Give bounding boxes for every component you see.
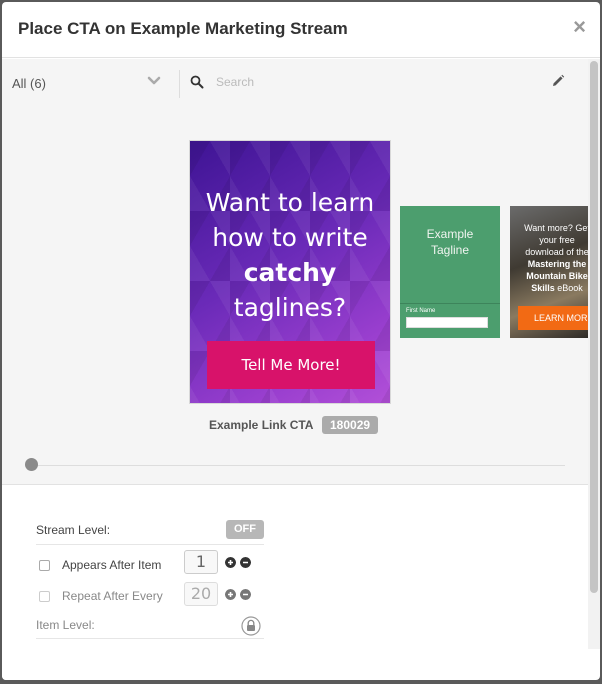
cta-tagline-line: Tagline (430, 243, 470, 257)
place-cta-modal: Place CTA on Example Marketing Stream × … (2, 2, 600, 680)
cta-name-label: Example Link CTA (209, 418, 314, 432)
cta-card-selected[interactable]: Want to learn how to write catchy taglin… (189, 140, 391, 404)
cta-offer-line: your free (539, 235, 575, 245)
plus-circle-icon[interactable] (225, 557, 236, 568)
cta-offer-line: download of the (525, 247, 588, 257)
settings-divider (36, 544, 264, 545)
cta-card-orange[interactable]: Want more? Get your free download of the… (510, 206, 588, 338)
repeat-after-checkbox[interactable] (39, 591, 50, 602)
cta-tagline-line: Example (426, 227, 474, 241)
cta-field-label: First Name (406, 308, 436, 314)
stream-level-label: Stream Level: (36, 523, 111, 537)
minus-circle-icon[interactable] (240, 589, 251, 600)
cta-headline-line: catchy (243, 258, 337, 287)
carousel-slider-track[interactable] (35, 465, 565, 466)
search-icon (190, 75, 204, 89)
appears-after-label: Appears After Item (62, 558, 162, 572)
cta-headline-line: taglines? (233, 293, 347, 322)
carousel-slider-handle[interactable] (25, 458, 38, 471)
cta-headline-line: how to write (212, 223, 368, 252)
repeat-after-label: Repeat After Every (62, 589, 163, 603)
cta-learn-more-preview: LEARN MORE (518, 306, 588, 330)
modal-scrollbar[interactable] (588, 59, 600, 649)
pencil-icon[interactable] (551, 74, 565, 88)
close-button[interactable]: × (573, 16, 586, 38)
picker-toolbar: All (6) (2, 59, 588, 107)
lock-icon[interactable] (241, 616, 261, 636)
cta-headline: Want to learn how to write catchy taglin… (190, 185, 390, 325)
modal-title: Place CTA on Example Marketing Stream (18, 19, 348, 38)
cta-preview-button: Tell Me More! (207, 341, 375, 389)
cta-id-badge: 180029 (322, 416, 379, 434)
cta-offer-text: Want more? Get your free download of the… (514, 222, 588, 294)
cta-headline-line: Want to learn (205, 188, 375, 217)
cta-card-green[interactable]: Example Tagline First Name (400, 206, 500, 338)
cta-offer-bold: Mountain Bike (526, 271, 588, 281)
cta-tagline: Example Tagline (400, 226, 500, 258)
placement-settings: Stream Level: OFF Appears After Item 1 R… (2, 486, 588, 680)
settings-divider (36, 638, 264, 639)
item-level-label: Item Level: (36, 618, 95, 632)
scrollbar-thumb[interactable] (590, 61, 598, 593)
repeat-after-input[interactable]: 20 (184, 582, 218, 606)
minus-circle-icon[interactable] (240, 557, 251, 568)
cta-offer-bold: Mastering the (527, 259, 587, 269)
stream-level-toggle[interactable]: OFF (226, 520, 264, 539)
toolbar-divider (179, 70, 180, 98)
plus-circle-icon[interactable] (225, 589, 236, 600)
chevron-down-icon[interactable] (146, 73, 162, 89)
cta-offer-suffix: eBook (554, 283, 583, 293)
appears-after-checkbox[interactable] (39, 560, 50, 571)
cta-field-preview (406, 317, 488, 328)
appears-after-input[interactable]: 1 (184, 550, 218, 574)
cta-offer-bold: Skills (531, 283, 555, 293)
cta-divider (400, 303, 500, 304)
cta-offer-line: Want more? Get (524, 223, 588, 233)
filter-dropdown[interactable]: All (6) (12, 76, 46, 91)
cta-picker: All (6) Want to learn how to write catch… (2, 59, 588, 485)
close-icon[interactable]: × (573, 14, 586, 39)
modal-header: Place CTA on Example Marketing Stream × (2, 2, 600, 58)
search-input[interactable] (216, 72, 516, 92)
